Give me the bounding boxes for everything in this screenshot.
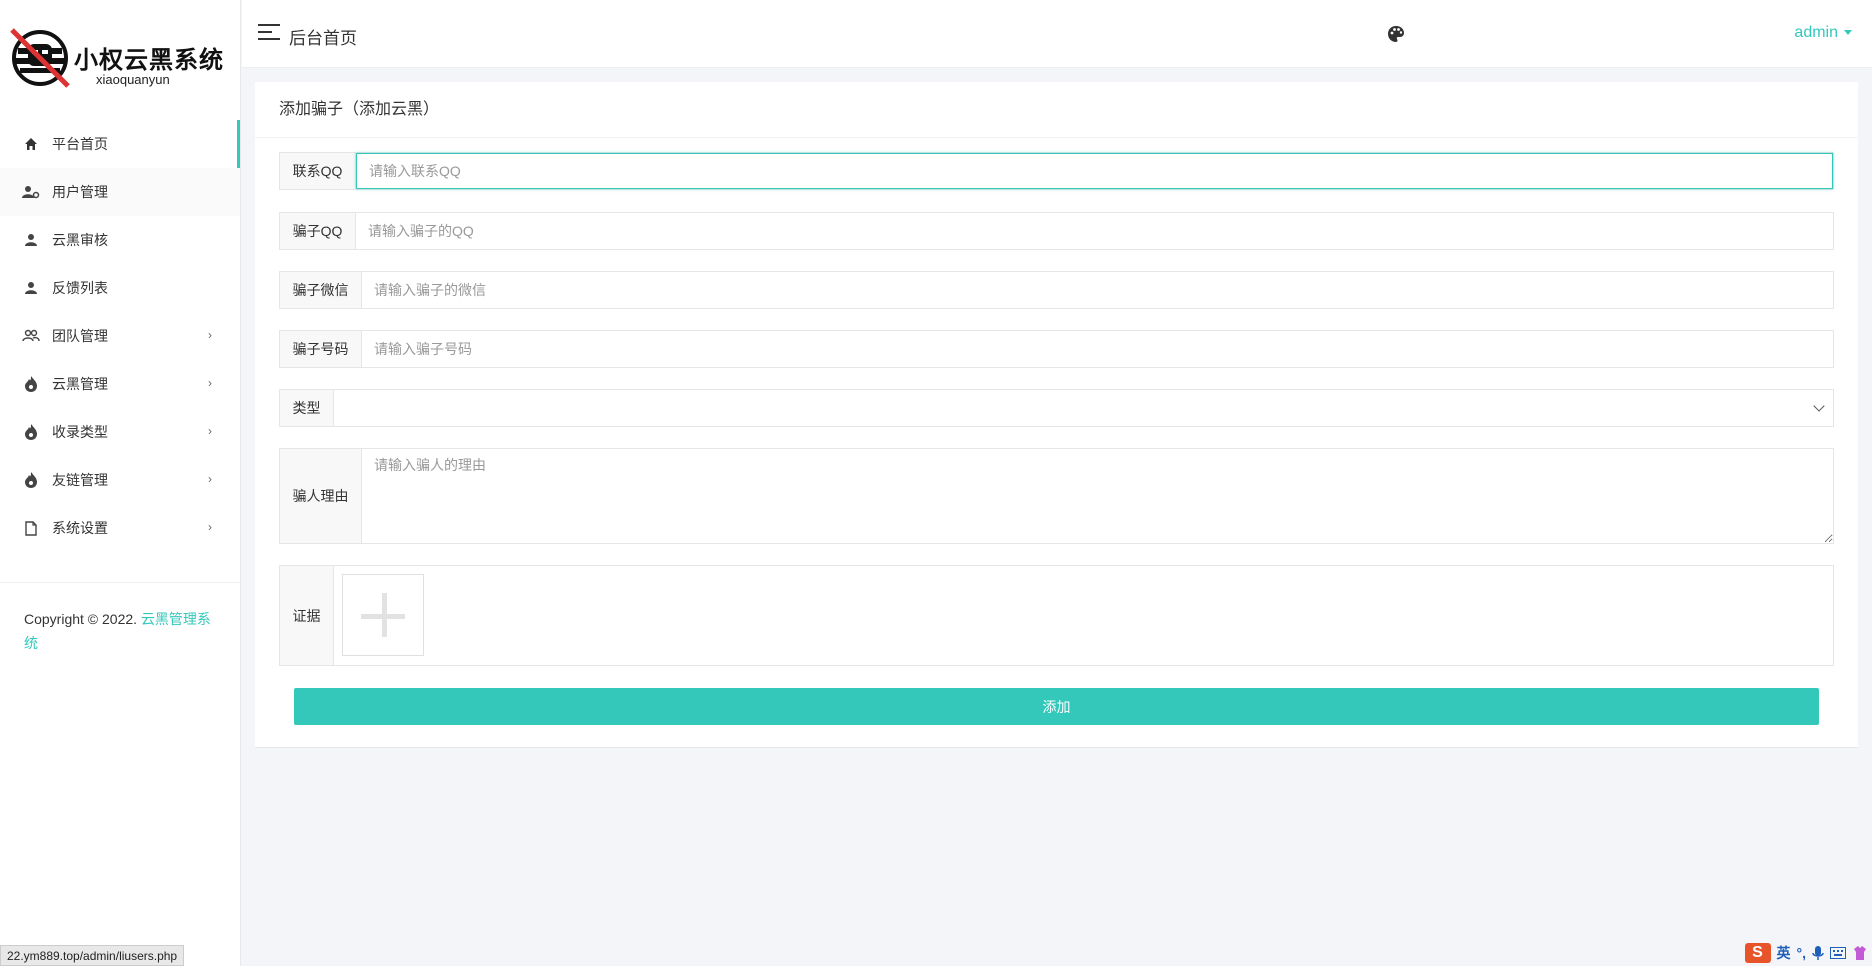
sidebar-item-label: 用户管理 [52, 184, 108, 200]
logo-title: 小权云黑系统 [74, 46, 224, 74]
sidebar-item-label: 反馈列表 [52, 280, 108, 296]
sidebar-item-user-management[interactable]: 用户管理 [0, 168, 240, 216]
reason-group: 骗人理由 [279, 448, 1834, 544]
chevron-right-icon: › [208, 424, 212, 438]
palette-icon[interactable] [1386, 24, 1406, 44]
reason-label: 骗人理由 [280, 449, 362, 543]
skin-icon[interactable] [1852, 945, 1868, 961]
contact-qq-input[interactable] [356, 153, 1833, 189]
home-icon [22, 135, 40, 153]
sidebar-nav: 平台首页 用户管理 云黑审核 反馈列表 团队管理 › 云黑管理 › 收录类型 ›… [0, 120, 240, 552]
sidebar-item-label: 云黑审核 [52, 232, 108, 248]
type-group: 类型 [279, 389, 1834, 427]
ime-toolbar[interactable]: S 英 °, [1744, 942, 1869, 964]
contact-qq-group: 联系QQ [279, 152, 1834, 190]
logo-subtitle: xiaoquanyun [96, 72, 170, 87]
evidence-group: 证据 [279, 565, 1834, 666]
ime-language-toggle[interactable]: 英 [1777, 943, 1791, 963]
sidebar: 小权云黑系统 xiaoquanyun 平台首页 用户管理 云黑审核 反馈列表 团… [0, 0, 241, 966]
group-icon [22, 327, 40, 345]
sidebar-item-label: 友链管理 [52, 472, 108, 488]
menu-toggle-icon[interactable] [258, 24, 280, 42]
sidebar-item-label: 平台首页 [52, 136, 108, 152]
flame-icon [22, 375, 40, 393]
flame-icon [22, 423, 40, 441]
card-title: 添加骗子（添加云黑） [255, 82, 1858, 138]
microphone-icon[interactable] [1812, 945, 1824, 961]
page-title: 后台首页 [289, 29, 357, 48]
scammer-qq-label: 骗子QQ [280, 213, 356, 249]
sidebar-item-collection-type[interactable]: 收录类型 › [0, 408, 240, 456]
contact-qq-label: 联系QQ [280, 153, 356, 189]
reason-textarea[interactable] [362, 449, 1833, 543]
user-settings-icon [22, 183, 40, 201]
chevron-right-icon: › [208, 328, 212, 342]
sogou-logo-icon[interactable]: S [1744, 943, 1771, 963]
sidebar-item-system-settings[interactable]: 系统设置 › [0, 504, 240, 552]
sidebar-item-label: 收录类型 [52, 424, 108, 440]
upload-plus-icon[interactable] [342, 574, 424, 656]
sidebar-item-blacklist-review[interactable]: 云黑审核 [0, 216, 240, 264]
chevron-right-icon: › [208, 472, 212, 486]
user-menu[interactable]: admin [1794, 24, 1852, 42]
keyboard-icon[interactable] [1830, 947, 1846, 959]
add-button[interactable]: 添加 [294, 688, 1819, 725]
copyright-text: Copyright © 2022. [24, 611, 141, 627]
copyright: Copyright © 2022. 云黑管理系统 [0, 583, 240, 655]
sidebar-item-label: 团队管理 [52, 328, 108, 344]
scammer-qq-input[interactable] [356, 213, 1833, 249]
add-scammer-card: 添加骗子（添加云黑） 联系QQ 骗子QQ 骗子微信 骗子号码 类型 骗人理由 证… [255, 82, 1858, 748]
file-icon [22, 519, 40, 537]
scammer-phone-label: 骗子号码 [280, 331, 362, 367]
flame-icon [22, 471, 40, 489]
user-icon [22, 231, 40, 249]
caret-down-icon [1844, 30, 1852, 36]
sidebar-item-platform-home[interactable]: 平台首页 [0, 120, 240, 168]
chevron-right-icon: › [208, 376, 212, 390]
status-bar-url: 22.ym889.top/admin/liusers.php [0, 945, 185, 966]
sidebar-item-label: 系统设置 [52, 520, 108, 536]
sidebar-item-blacklist-management[interactable]: 云黑管理 › [0, 360, 240, 408]
chevron-down-icon [1813, 400, 1825, 412]
topbar: 后台首页 admin [242, 0, 1872, 68]
scammer-qq-group: 骗子QQ [279, 212, 1834, 250]
sidebar-item-feedback-list[interactable]: 反馈列表 [0, 264, 240, 312]
type-label: 类型 [280, 390, 334, 426]
punctuation-icon[interactable]: °, [1797, 945, 1807, 961]
logo[interactable]: 小权云黑系统 xiaoquanyun [0, 0, 240, 120]
type-select[interactable] [334, 390, 1833, 426]
chevron-right-icon: › [208, 520, 212, 534]
logo-icon [10, 28, 70, 88]
scammer-phone-group: 骗子号码 [279, 330, 1834, 368]
sidebar-item-team-management[interactable]: 团队管理 › [0, 312, 240, 360]
scammer-wechat-input[interactable] [362, 272, 1833, 308]
sidebar-item-friend-links[interactable]: 友链管理 › [0, 456, 240, 504]
scammer-phone-input[interactable] [362, 331, 1833, 367]
user-icon [22, 279, 40, 297]
scammer-wechat-group: 骗子微信 [279, 271, 1834, 309]
scammer-wechat-label: 骗子微信 [280, 272, 362, 308]
user-name: admin [1794, 24, 1838, 41]
evidence-label: 证据 [280, 566, 334, 665]
sidebar-item-label: 云黑管理 [52, 376, 108, 392]
